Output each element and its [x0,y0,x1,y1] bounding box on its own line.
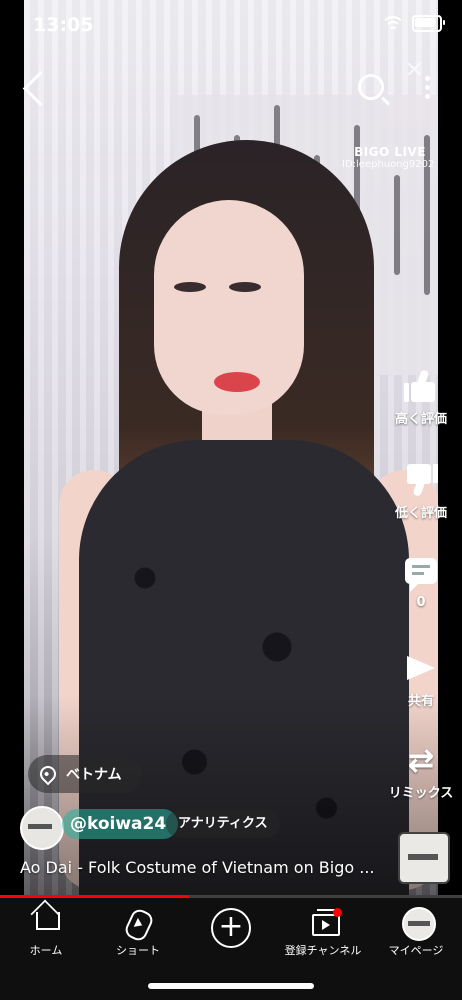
video-title[interactable]: Ao Dai - Folk Costume of Vietnam on Bigo… [20,858,380,877]
share-label: 共有 [407,694,434,709]
like-label: 高く評価 [394,412,447,427]
nav-home-label: ホーム [29,944,63,957]
share-button[interactable]: 共有 [380,650,462,709]
nav-mypage-label: マイページ [388,944,444,957]
location-pin-icon [36,762,60,786]
remix-label: リミックス [388,786,454,801]
thumbs-down-icon [403,462,439,498]
search-icon[interactable] [358,74,384,100]
nav-subscriptions[interactable]: 登録チャンネル [277,906,369,958]
notification-dot [333,908,342,917]
location-label: ベトナム [66,767,122,783]
share-icon [403,650,439,686]
comments-button[interactable]: 0 [380,555,462,610]
sound-thumbnail[interactable] [398,832,450,884]
watermark-brand: BIGO LIVE [354,145,426,159]
like-button[interactable]: 高く評価 [380,368,462,427]
plus-icon: + [211,908,251,948]
person-eye [174,282,206,292]
thumbs-up-icon [403,368,439,404]
location-chip[interactable]: ベトナム [28,755,142,793]
status-time: 13:05 [33,14,94,36]
remix-button[interactable]: ⇄ リミックス [380,742,462,801]
bigo-watermark: BIGO LIVE ID:leephuong9202 [342,145,435,170]
person-lips [214,372,260,392]
battery-icon [412,15,445,32]
channel-avatar[interactable] [20,806,64,850]
home-icon [36,912,60,930]
status-icons [381,15,445,32]
subscriptions-icon [312,909,340,936]
nav-create[interactable]: + [185,906,277,948]
more-options-icon[interactable] [425,76,430,99]
shorts-player-screen: 13:05 ✕ BIGO LIVE ID:leephuong9202 高く評価 … [0,0,462,1000]
nav-shorts-label: ショート [116,944,160,957]
nav-home[interactable]: ホーム [0,906,92,958]
nav-mypage[interactable]: マイページ [370,906,462,958]
dislike-label: 低く評価 [394,506,447,521]
nav-subscriptions-label: 登録チャンネル [284,944,362,957]
wifi-icon [381,15,405,32]
home-indicator [148,983,314,989]
dislike-button[interactable]: 低く評価 [380,462,462,521]
shorts-icon [122,906,156,944]
comment-icon [403,555,439,592]
remix-icon: ⇄ [407,741,435,779]
nav-shorts[interactable]: ショート [92,906,184,958]
channel-handle[interactable]: @koiwa24 [62,809,179,839]
close-icon[interactable]: ✕ [405,58,423,83]
analytics-button[interactable]: アナリティクス [166,810,280,838]
watermark-id: ID:leephuong9202 [342,159,435,170]
account-avatar [402,907,436,941]
comment-count: 0 [416,595,426,610]
person-eye [229,282,261,292]
